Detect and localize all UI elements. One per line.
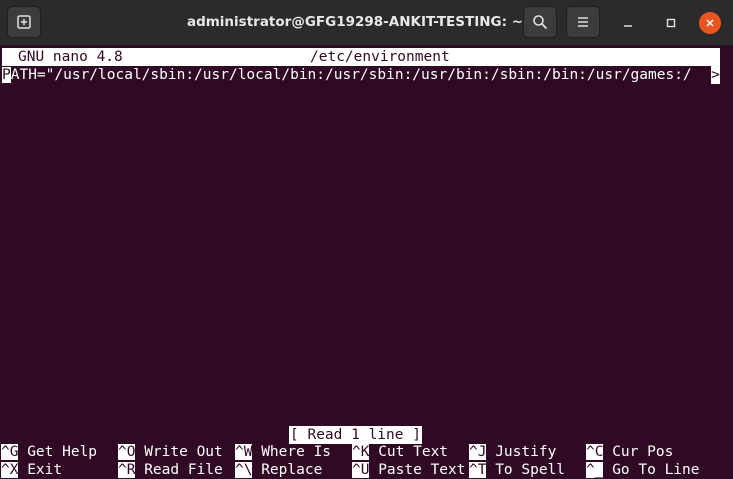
line-overflow-indicator: > <box>711 66 720 84</box>
window-title: administrator@GFG19298-ANKIT-TESTING: ~ <box>186 14 524 30</box>
shortcut-go-to-line[interactable]: ^_ Go To Line <box>586 461 700 479</box>
new-tab-button[interactable] <box>7 6 41 38</box>
editor-text-line[interactable]: PATH="/usr/local/sbin:/usr/local/bin:/us… <box>2 66 720 84</box>
terminal-area[interactable]: GNU nano 4.8 /etc/environment PATH="/usr… <box>0 46 733 479</box>
new-tab-icon <box>17 15 31 29</box>
minimize-icon <box>624 25 632 27</box>
shortcut-read-file[interactable]: ^R Read File <box>118 461 223 479</box>
shortcut-paste-text[interactable]: ^U Paste Text <box>352 461 466 479</box>
shortcut-to-spell[interactable]: ^T To Spell <box>469 461 565 479</box>
status-message: [ Read 1 line ] <box>289 426 422 444</box>
text-cursor: P <box>2 67 11 83</box>
close-button[interactable] <box>699 12 721 34</box>
hamburger-menu-icon <box>578 17 588 27</box>
window-titlebar: administrator@GFG19298-ANKIT-TESTING: ~ <box>0 0 733 46</box>
shortcut-write-out[interactable]: ^O Write Out <box>118 443 223 461</box>
shortcut-exit[interactable]: ^X Exit <box>1 461 62 479</box>
maximize-button[interactable] <box>660 12 682 34</box>
line-content: ATH="/usr/local/sbin:/usr/local/bin:/usr… <box>10 67 692 83</box>
nano-filename: /etc/environment <box>310 49 450 65</box>
shortcut-get-help[interactable]: ^G Get Help <box>1 443 97 461</box>
nano-version: GNU nano 4.8 <box>18 49 123 65</box>
shortcut-where-is[interactable]: ^W Where Is <box>235 443 331 461</box>
shortcut-bar: ^G Get Help ^O Write Out ^W Where Is ^K … <box>0 443 733 479</box>
nano-header-bar: GNU nano 4.8 /etc/environment <box>2 48 720 66</box>
maximize-icon <box>666 18 676 28</box>
close-icon <box>706 19 714 27</box>
search-icon <box>533 15 547 29</box>
shortcut-cur-pos[interactable]: ^C Cur Pos <box>586 443 673 461</box>
shortcut-cut-text[interactable]: ^K Cut Text <box>352 443 448 461</box>
minimize-button[interactable] <box>617 12 639 34</box>
shortcut-replace[interactable]: ^\ Replace <box>235 461 322 479</box>
search-button[interactable] <box>523 6 557 38</box>
menu-button[interactable] <box>566 6 600 38</box>
shortcut-justify[interactable]: ^J Justify <box>469 443 556 461</box>
